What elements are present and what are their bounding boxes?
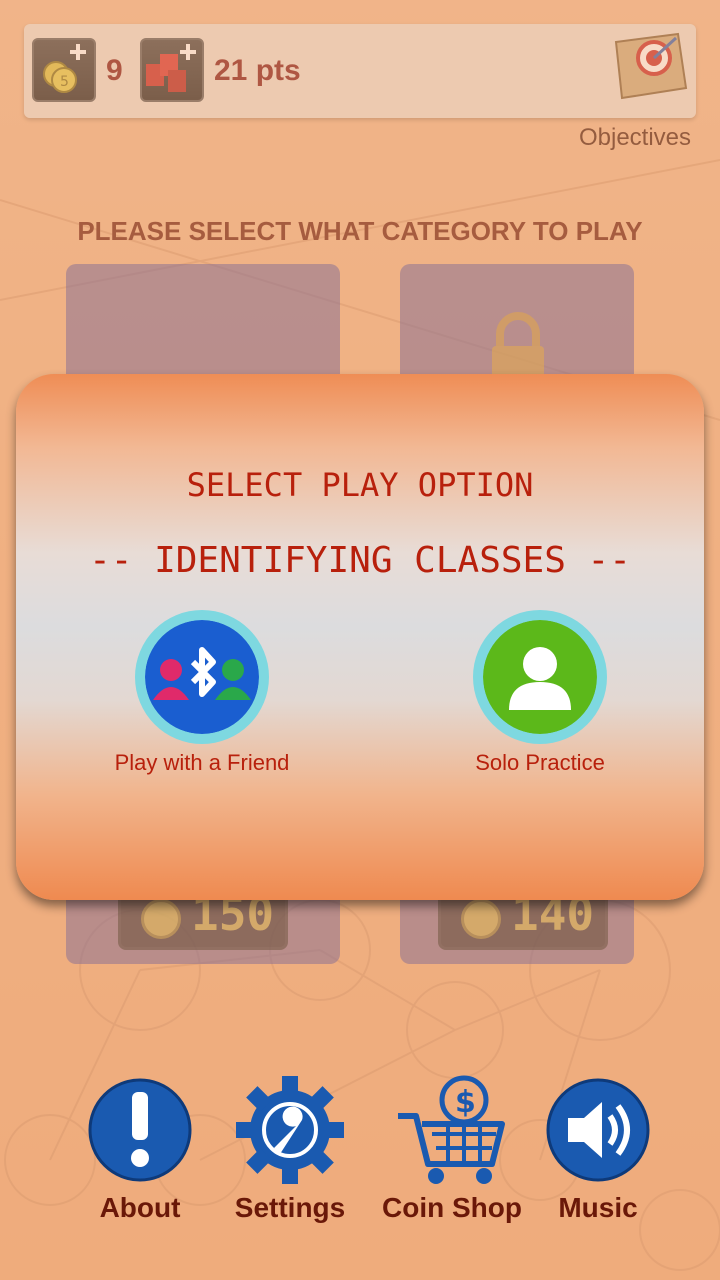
about-label[interactable]: About <box>60 1192 220 1224</box>
dialog-category-name: -- IDENTIFYING CLASSES -- <box>89 540 631 581</box>
cart-icon: $ <box>398 1075 505 1184</box>
coin-shop-button[interactable]: $ Coin Shop <box>372 1074 532 1234</box>
play-option-dialog: SELECT PLAY OPTION -- IDENTIFYING CLASSE… <box>16 374 704 900</box>
svg-text:$: $ <box>455 1085 476 1120</box>
gear-wrench-icon <box>236 1076 344 1184</box>
solo-practice-button[interactable] <box>473 610 607 744</box>
play-with-friend-label[interactable]: Play with a Friend <box>72 750 332 776</box>
bluetooth-friends-icon <box>145 620 259 734</box>
solo-practice-option[interactable]: Solo Practice <box>410 610 670 780</box>
settings-button[interactable]: Settings <box>210 1074 370 1234</box>
music-button[interactable]: Music <box>518 1074 678 1234</box>
coin-shop-label[interactable]: Coin Shop <box>372 1192 532 1224</box>
settings-label[interactable]: Settings <box>210 1192 370 1224</box>
person-icon <box>483 620 597 734</box>
info-icon <box>88 1078 192 1182</box>
play-with-friend-button[interactable] <box>135 610 269 744</box>
dialog-title: SELECT PLAY OPTION <box>186 466 534 504</box>
about-button[interactable]: About <box>60 1074 220 1234</box>
play-with-friend-option[interactable]: Play with a Friend <box>72 610 332 780</box>
music-label[interactable]: Music <box>518 1192 678 1224</box>
speaker-icon <box>546 1078 650 1182</box>
solo-practice-label[interactable]: Solo Practice <box>410 750 670 776</box>
